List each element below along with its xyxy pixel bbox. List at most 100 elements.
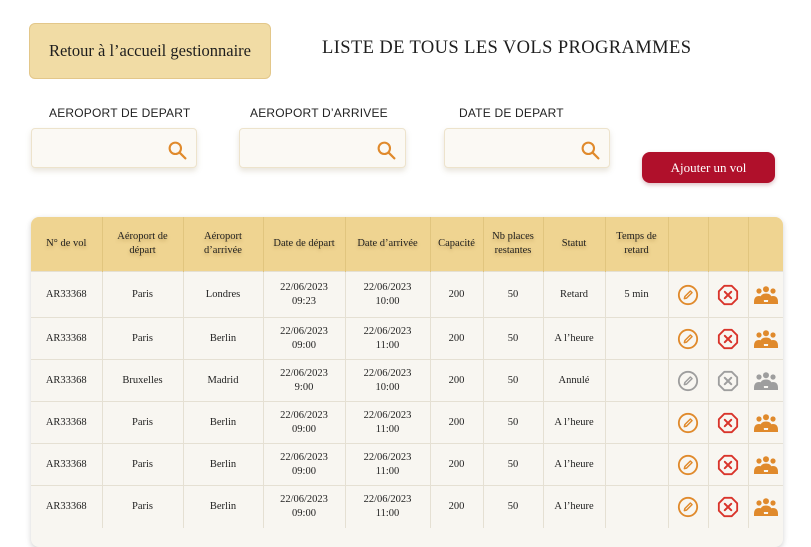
cell-departure-datetime: 22/06/2023 09:00: [262, 401, 345, 444]
search-icon[interactable]: [376, 140, 397, 161]
cell-status: A l’heure: [542, 443, 605, 486]
add-flight-button[interactable]: Ajouter un vol: [642, 152, 775, 183]
cell-flight-number-text: AR33368: [45, 500, 87, 512]
cell-arrival-airport: Berlin: [182, 485, 263, 528]
cell-departure-datetime-time: 09:00: [292, 507, 316, 519]
cell-capacity-text: 200: [448, 500, 465, 512]
cell-delay-text: 5 min: [624, 288, 649, 300]
cell-flight-number-text: AR33368: [45, 374, 87, 386]
cancel-x-icon[interactable]: [717, 412, 739, 434]
edit-pencil-icon[interactable]: [677, 328, 699, 350]
cell-departure-datetime: 22/06/2023 09:23: [262, 271, 345, 318]
passengers-group-icon[interactable]: [753, 455, 779, 475]
cell-remaining-seats-text: 50: [507, 288, 519, 300]
cell-remaining-seats: 50: [482, 359, 543, 402]
cancel-x-icon[interactable]: [717, 284, 739, 306]
cell-remaining-seats-text: 50: [507, 500, 519, 512]
search-icon[interactable]: [580, 140, 601, 161]
cell-capacity: 200: [429, 359, 483, 402]
passengers-group-icon[interactable]: [753, 497, 779, 517]
cell-arrival-airport-text: Berlin: [209, 332, 237, 344]
passengers-group-icon[interactable]: [753, 285, 779, 305]
cell-departure-airport: Bruxelles: [101, 359, 183, 402]
cell-arrival-airport: Madrid: [182, 359, 263, 402]
col-header-remaining-seats: Nb places restantes: [482, 217, 543, 272]
cancel-x-icon[interactable]: [717, 496, 739, 518]
cell-passengers: [747, 359, 783, 402]
cell-arrival-datetime-time: 11:00: [375, 507, 400, 519]
cell-departure-airport-text: Paris: [132, 416, 153, 428]
cell-departure-datetime-time: 09:23: [292, 295, 316, 307]
departure-airport-input[interactable]: [40, 137, 164, 161]
cell-edit: [667, 485, 708, 528]
cell-arrival-airport-text: Berlin: [209, 458, 237, 470]
cell-arrival-datetime: 22/06/2023 11:00: [344, 443, 430, 486]
cell-flight-number: AR33368: [31, 485, 102, 528]
cancel-x-icon[interactable]: [717, 370, 739, 392]
cell-arrival-airport: Berlin: [182, 443, 263, 486]
cell-arrival-datetime-date: 22/06/2023: [363, 367, 412, 379]
cancel-x-icon[interactable]: [717, 328, 739, 350]
passengers-group-icon[interactable]: [753, 329, 779, 349]
cell-capacity-text: 200: [448, 332, 465, 344]
cell-arrival-datetime-time: 11:00: [375, 423, 400, 435]
cell-capacity: 200: [429, 271, 483, 318]
cell-status-text: A l’heure: [554, 500, 594, 512]
departure-date-input[interactable]: [453, 137, 577, 161]
table-row: AR33368 Bruxelles Madrid 22/06/2023 9:00 22/0…: [31, 359, 783, 402]
table-row: AR33368 Paris Berlin 22/06/2023 09:00 22/06/2…: [31, 443, 783, 486]
cell-departure-airport-text: Bruxelles: [122, 374, 163, 386]
cell-remaining-seats: 50: [482, 401, 543, 444]
cell-status: Annulé: [542, 359, 605, 402]
passengers-group-icon[interactable]: [753, 413, 779, 433]
cell-cancel: [707, 443, 748, 486]
cell-departure-airport: Paris: [101, 271, 183, 318]
cell-edit: [667, 359, 708, 402]
cell-arrival-datetime-time: 11:00: [375, 339, 400, 351]
table-header-row: N° de vol Aéroport de départ Aéroport d’…: [31, 217, 783, 272]
edit-pencil-icon[interactable]: [677, 370, 699, 392]
edit-pencil-icon[interactable]: [677, 496, 699, 518]
cancel-x-icon[interactable]: [717, 454, 739, 476]
cell-passengers: [747, 485, 783, 528]
cell-arrival-airport: Berlin: [182, 401, 263, 444]
cell-arrival-datetime-time: 11:00: [375, 465, 400, 477]
cell-departure-datetime: 22/06/2023 09:00: [262, 485, 345, 528]
cell-arrival-airport: Londres: [182, 271, 263, 318]
cell-flight-number-text: AR33368: [45, 288, 87, 300]
cell-departure-datetime: 22/06/2023 09:00: [262, 443, 345, 486]
cell-status: A l’heure: [542, 401, 605, 444]
flights-table: N° de vol Aéroport de départ Aéroport d’…: [31, 217, 783, 528]
cell-departure-airport-text: Paris: [132, 288, 153, 300]
cell-flight-number-text: AR33368: [45, 416, 87, 428]
edit-pencil-icon[interactable]: [677, 284, 699, 306]
cell-status-text: A l’heure: [554, 332, 594, 344]
cell-departure-datetime-time: 09:00: [292, 339, 316, 351]
col-header-edit: [667, 217, 708, 272]
cell-departure-airport: Paris: [101, 443, 183, 486]
edit-pencil-icon[interactable]: [677, 412, 699, 434]
cell-departure-datetime-time: 9:00: [294, 381, 314, 393]
passengers-group-icon[interactable]: [753, 371, 779, 391]
col-header-cancel: [707, 217, 748, 272]
cell-remaining-seats-text: 50: [507, 416, 519, 428]
search-icon[interactable]: [167, 140, 188, 161]
cell-status-text: Annulé: [558, 374, 590, 386]
page-title: LISTE DE TOUS LES VOLS PROGRAMMES: [322, 38, 692, 58]
edit-pencil-icon[interactable]: [677, 454, 699, 476]
cell-remaining-seats: 50: [482, 485, 543, 528]
back-to-home-button[interactable]: Retour à l’accueil gestionnaire: [29, 23, 271, 79]
cell-capacity: 200: [429, 443, 483, 486]
cell-arrival-datetime: 22/06/2023 11:00: [344, 317, 430, 360]
cell-remaining-seats-text: 50: [507, 332, 519, 344]
departure-date-filter: [444, 128, 610, 168]
cell-flight-number: AR33368: [31, 317, 102, 360]
cell-departure-airport: Paris: [101, 401, 183, 444]
cell-passengers: [747, 443, 783, 486]
col-header-arrival-date: Date d’arrivée: [344, 217, 430, 272]
col-header-delay: Temps de retard: [604, 217, 668, 272]
flights-table-container: N° de vol Aéroport de départ Aéroport d’…: [31, 217, 783, 547]
arrival-airport-input[interactable]: [248, 137, 372, 161]
col-header-departure-date: Date de départ: [262, 217, 345, 272]
cell-arrival-datetime: 22/06/2023 10:00: [344, 271, 430, 318]
